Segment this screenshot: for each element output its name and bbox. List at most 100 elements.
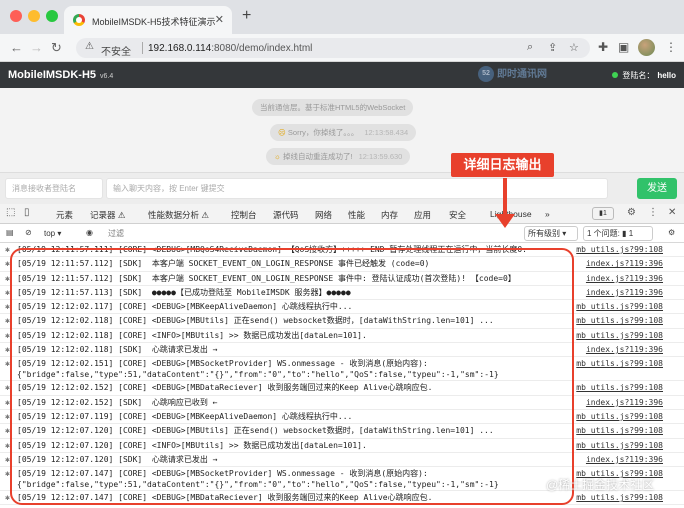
tab-memory[interactable]: 内存 (381, 209, 398, 221)
message-text: 掉线自动重连成功了! (282, 152, 353, 161)
close-icon[interactable]: ✕ (668, 207, 676, 218)
watermark: @稀土掘金技术社区 (546, 478, 655, 492)
share-icon[interactable]: ⇪ (548, 41, 557, 54)
tab-performance[interactable]: 性能 (348, 209, 365, 221)
back-icon[interactable]: ← (10, 40, 23, 55)
issues-badge[interactable]: ▮1 (592, 207, 614, 220)
url-text: 192.168.0.114:8080/demo/index.html (148, 43, 312, 54)
annotation-arrow-head (495, 214, 515, 228)
maximize-window-button[interactable] (46, 10, 58, 22)
tab-recorder[interactable]: 记录器 ⚠ (90, 209, 125, 221)
annotation-callout: 详细日志输出 (451, 153, 554, 177)
source-link[interactable]: index.js?119:396 (586, 259, 663, 268)
clear-console-icon[interactable]: ⊘ (25, 228, 32, 237)
lock-icon[interactable]: ⚠ (85, 41, 94, 52)
zoom-icon[interactable]: ⌕ (527, 41, 533, 54)
tab-bar: MobileIMSDK-H5技术特征演示 ✕ + (0, 0, 684, 34)
sun-icon: ☼ (274, 152, 281, 161)
security-label: 不安全 (101, 47, 131, 58)
system-message: 当前通信层。基于标准HTML5的WebSocket (252, 99, 414, 116)
forward-icon[interactable]: → (30, 40, 43, 55)
source-link[interactable]: index.js?119:396 (586, 455, 663, 464)
tab-elements[interactable]: 元素 (56, 209, 73, 221)
source-link[interactable]: mb_utils.js?99:108 (576, 331, 663, 340)
app-title-text: MobileIMSDK-H5 (8, 69, 96, 81)
more-options-icon[interactable]: ⋮ (648, 207, 658, 218)
tab-close-icon[interactable]: ✕ (215, 13, 224, 26)
online-status-icon (612, 72, 619, 78)
minimize-window-button[interactable] (28, 10, 40, 22)
sidebar-icon[interactable]: ▣ (618, 40, 629, 54)
url-path: :8080/demo/index.html (211, 43, 313, 54)
menu-icon[interactable]: ⋮ (665, 40, 677, 54)
source-link[interactable]: mb_utils.js?99:108 (576, 426, 663, 435)
source-link[interactable]: mb_utils.js?99:108 (576, 316, 663, 325)
new-tab-button[interactable]: + (242, 7, 251, 25)
tab-application[interactable]: 应用 (414, 209, 431, 221)
send-button[interactable]: 发送 (637, 178, 677, 199)
message-time: 12:13:59.630 (358, 152, 403, 161)
star-icon[interactable]: ☆ (569, 41, 579, 54)
app-title: MobileIMSDK-H5 v6.4 (8, 69, 113, 81)
browser-window: MobileIMSDK-H5技术特征演示 ✕ + ← → ↻ ⚠ 不安全 192… (0, 0, 684, 508)
highlight-box (10, 248, 574, 505)
log-levels-select[interactable]: 所有级别 ▾ (524, 226, 578, 241)
url-host: 192.168.0.114 (148, 43, 212, 54)
source-link[interactable]: mb_utils.js?99:108 (576, 245, 663, 254)
logo-icon: 52 (478, 66, 494, 83)
chat-content-input[interactable]: 输入聊天内容，按 Enter 键提交 (106, 178, 608, 199)
message-area: 当前通信层。基于标准HTML5的WebSocket ☹ Sorry，你掉线了。。… (0, 88, 684, 172)
device-toolbar-icon[interactable]: ▯ (24, 207, 30, 218)
inspect-icon[interactable]: ⬚ (6, 207, 15, 218)
puzzle-icon[interactable]: ✚ (598, 40, 608, 54)
source-link[interactable]: index.js?119:396 (586, 345, 663, 354)
system-message: ☼ 掉线自动重连成功了! 12:13:59.630 (266, 148, 411, 165)
receiver-input[interactable]: 消息接收者登陆名 (5, 178, 103, 199)
annotation-arrow-shaft (503, 178, 507, 218)
source-link[interactable]: mb_utils.js?99:108 (576, 441, 663, 450)
more-tabs-icon[interactable]: » (545, 209, 550, 219)
favicon-icon (73, 14, 85, 26)
message-time: 12:13:58.434 (364, 128, 409, 137)
message-text: 当前通信层。基于标准HTML5的WebSocket (260, 103, 406, 112)
tab-network[interactable]: 网络 (315, 209, 332, 221)
devtools-tab-bar: ⬚ ▯ 元素 记录器 ⚠ 性能数据分析 ⚠ 控制台 源代码 网络 性能 内存 应… (0, 204, 684, 226)
source-link[interactable]: index.js?119:396 (586, 274, 663, 283)
url-separator (142, 42, 143, 54)
source-link[interactable]: mb_utils.js?99:108 (576, 359, 663, 368)
source-link[interactable]: mb_utils.js?99:108 (576, 302, 663, 311)
tab-sources[interactable]: 源代码 (273, 209, 299, 221)
url-bar[interactable]: ⚠ 不安全 192.168.0.114:8080/demo/index.html… (76, 38, 590, 58)
eye-icon[interactable]: ◉ (86, 228, 93, 237)
source-link[interactable]: mb_utils.js?99:108 (576, 412, 663, 421)
message-text: Sorry，你掉线了。。。 (287, 128, 359, 137)
gear-icon[interactable]: ⚙ (668, 228, 675, 237)
reload-icon[interactable]: ↻ (51, 40, 62, 56)
issues-count: 1 (602, 210, 607, 217)
sad-face-icon: ☹ (278, 128, 286, 137)
address-toolbar: ← → ↻ ⚠ 不安全 192.168.0.114:8080/demo/inde… (0, 34, 684, 62)
login-label: 登陆名： (622, 71, 655, 80)
source-link[interactable]: mb_utils.js?99:108 (576, 383, 663, 392)
tab-performance-insights[interactable]: 性能数据分析 ⚠ (148, 209, 209, 221)
login-name: hello (657, 71, 676, 80)
context-select[interactable]: top ▾ (44, 227, 76, 240)
logo: 52 即时通讯网 (478, 65, 547, 83)
console-filter-bar: ▤ ⊘ top ▾ ◉ 过滤 所有级别 ▾ 1 个问题: ▮ 1 ⚙ (0, 224, 684, 243)
context-value: top (44, 229, 56, 238)
filter-input[interactable]: 过滤 (104, 227, 516, 240)
issues-link[interactable]: 1 个问题: ▮ 1 (583, 226, 653, 241)
app-header: MobileIMSDK-H5 v6.4 52 即时通讯网 登陆名： hello (0, 62, 684, 88)
source-link[interactable]: index.js?119:396 (586, 288, 663, 297)
source-link[interactable]: index.js?119:396 (586, 398, 663, 407)
system-message: ☹ Sorry，你掉线了。。。 12:13:58.434 (270, 124, 417, 141)
sidebar-toggle-icon[interactable]: ▤ (6, 228, 14, 237)
avatar[interactable] (638, 39, 655, 56)
gear-icon[interactable]: ⚙ (627, 207, 636, 218)
source-link[interactable]: mb_utils.js?99:108 (576, 493, 663, 502)
input-bar: 消息接收者登陆名 输入聊天内容，按 Enter 键提交 发送 (0, 172, 684, 204)
tab-title: MobileIMSDK-H5技术特征演示 (92, 17, 216, 27)
tab-security[interactable]: 安全 (449, 209, 466, 221)
browser-tab[interactable]: MobileIMSDK-H5技术特征演示 ✕ (64, 6, 232, 34)
close-window-button[interactable] (10, 10, 22, 22)
